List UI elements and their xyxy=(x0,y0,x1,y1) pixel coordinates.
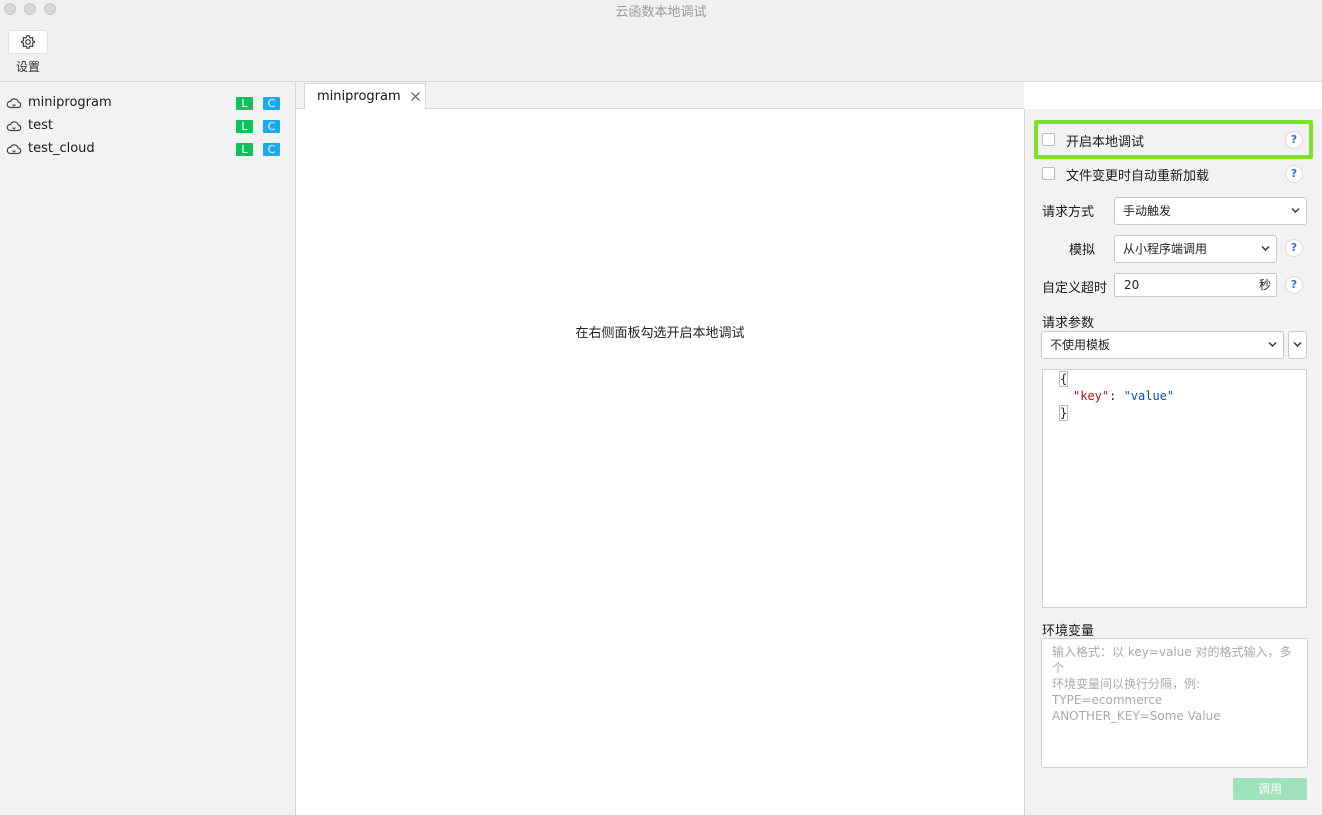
function-name: test_cloud xyxy=(28,141,95,156)
timeout-label: 自定义超时 xyxy=(1042,281,1108,296)
enable-local-debug-checkbox[interactable] xyxy=(1042,133,1055,146)
help-icon[interactable]: ? xyxy=(1285,165,1303,183)
function-name: miniprogram xyxy=(28,95,112,110)
template-select[interactable]: 不使用模板 xyxy=(1041,331,1284,359)
invoke-button[interactable]: 调用 xyxy=(1233,778,1307,800)
window-titlebar: 云函数本地调试 xyxy=(0,0,1322,20)
auto-reload-label: 文件变更时自动重新加载 xyxy=(1066,169,1210,184)
help-icon[interactable]: ? xyxy=(1285,276,1303,294)
simulate-label: 模拟 xyxy=(1069,243,1096,258)
cloud-function-icon xyxy=(6,144,22,155)
enable-debug-hint: 在右侧面板勾选开启本地调试 xyxy=(575,326,745,341)
open-brace: { xyxy=(1059,371,1069,387)
chevron-down-icon xyxy=(1268,342,1277,347)
function-item-test-cloud[interactable]: test_cloud L C xyxy=(0,138,295,161)
timeout-unit: 秒 xyxy=(1258,278,1271,292)
simulate-value: 从小程序端调用 xyxy=(1123,242,1208,256)
json-colon: : xyxy=(1109,389,1124,403)
env-placeholder-line: 环境变量间以换行分隔，例: xyxy=(1052,677,1201,691)
template-value: 不使用模板 xyxy=(1050,338,1111,352)
settings-button[interactable] xyxy=(8,30,48,54)
cloud-function-icon xyxy=(6,121,22,132)
chevron-down-icon xyxy=(1291,208,1300,213)
function-item-test[interactable]: test L C xyxy=(0,115,295,138)
request-mode-label: 请求方式 xyxy=(1042,205,1095,220)
debug-content-area: 在右侧面板勾选开启本地调试 xyxy=(296,109,1024,815)
request-mode-value: 手动触发 xyxy=(1123,204,1172,218)
function-item-miniprogram[interactable]: miniprogram L C xyxy=(0,92,295,115)
chevron-down-icon xyxy=(1261,246,1270,251)
template-menu-button[interactable] xyxy=(1288,331,1307,359)
editor-line: "key": "value" xyxy=(1073,388,1174,405)
env-placeholder-line: ANOTHER_KEY=Some Value xyxy=(1052,709,1221,723)
chevron-down-icon xyxy=(1293,342,1302,347)
env-vars-textarea[interactable]: 输入格式：以 key=value 对的格式输入，多个 环境变量间以换行分隔，例:… xyxy=(1041,638,1308,768)
close-brace: } xyxy=(1059,405,1069,421)
local-badge: L xyxy=(236,97,253,110)
editor-line: { xyxy=(1059,371,1069,388)
env-placeholder-line: 输入格式：以 key=value 对的格式输入，多个 xyxy=(1052,645,1292,675)
enable-local-debug-label: 开启本地调试 xyxy=(1066,135,1145,150)
close-icon[interactable] xyxy=(409,90,422,103)
json-value: "value" xyxy=(1123,389,1175,403)
editor-gutter xyxy=(1043,370,1057,607)
env-vars-label: 环境变量 xyxy=(1042,624,1095,639)
cloud-badge: C xyxy=(263,97,280,110)
cloud-badge: C xyxy=(263,120,280,133)
json-key: "key" xyxy=(1073,389,1110,403)
request-params-editor[interactable]: { "key": "value" } xyxy=(1042,369,1307,608)
function-name: test xyxy=(28,118,53,133)
timeout-input[interactable]: 20 秒 xyxy=(1114,273,1277,297)
timeout-value: 20 xyxy=(1124,278,1140,292)
settings-label: 设置 xyxy=(15,60,40,74)
env-placeholder-line: TYPE=ecommerce xyxy=(1052,693,1163,707)
local-badge: L xyxy=(236,120,253,133)
cloud-badge: C xyxy=(263,143,280,156)
tab-strip: miniprogram xyxy=(296,82,1024,110)
toolbar: 设置 xyxy=(0,18,1322,82)
gear-icon xyxy=(21,34,35,49)
editor-line: } xyxy=(1059,405,1069,422)
tab-miniprogram[interactable]: miniprogram xyxy=(304,83,426,110)
debug-settings-panel: 开启本地调试 ? 文件变更时自动重新加载 ? 请求方式 手动触发 模拟 从小程序… xyxy=(1024,109,1322,815)
local-badge: L xyxy=(236,143,253,156)
tab-label: miniprogram xyxy=(317,89,401,104)
simulate-select[interactable]: 从小程序端调用 xyxy=(1114,235,1277,263)
request-mode-select[interactable]: 手动触发 xyxy=(1114,197,1307,225)
request-params-label: 请求参数 xyxy=(1042,316,1095,331)
cloud-function-icon xyxy=(6,98,22,109)
help-icon[interactable]: ? xyxy=(1285,239,1303,257)
function-sidebar: miniprogram L C test L C test_cloud L C xyxy=(0,82,296,815)
auto-reload-checkbox[interactable] xyxy=(1042,167,1055,180)
help-icon[interactable]: ? xyxy=(1285,131,1303,149)
